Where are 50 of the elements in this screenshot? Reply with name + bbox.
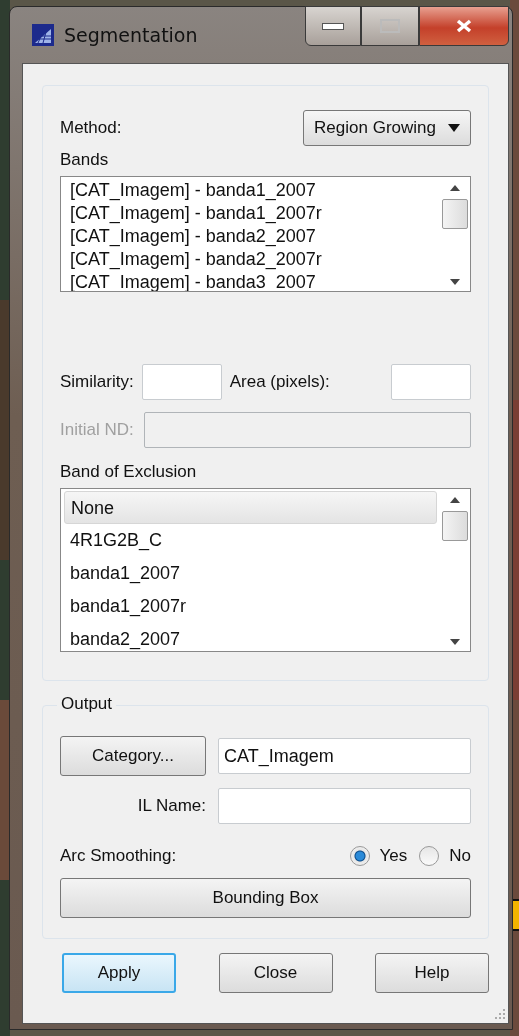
list-item[interactable]: banda1_2007r <box>64 590 437 623</box>
dialog-button[interactable]: Close <box>218 953 333 993</box>
minimize-button[interactable] <box>305 6 361 46</box>
list-item[interactable]: [CAT_Imagem] - banda1_2007r <box>64 202 437 225</box>
app-icon <box>32 24 54 46</box>
arc-smoothing-label: Arc Smoothing: <box>60 846 177 866</box>
resize-grip-icon <box>492 1007 506 1021</box>
close-button[interactable] <box>419 6 509 46</box>
list-item[interactable]: banda2_2007 <box>64 623 437 651</box>
list-item[interactable]: [CAT_Imagem] - banda2_2007r <box>64 248 437 271</box>
method-label: Method: <box>60 118 122 138</box>
window-title: Segmentation <box>64 24 198 46</box>
bounding-box-button[interactable]: Bounding Box <box>60 878 471 918</box>
area-field[interactable] <box>391 364 471 400</box>
scroll-thumb[interactable] <box>442 511 468 541</box>
initial-nd-field[interactable] <box>143 412 471 448</box>
radio-label: Yes <box>379 846 408 866</box>
maximize-icon <box>380 19 400 33</box>
minimize-icon <box>322 22 344 30</box>
scroll-down-icon[interactable] <box>450 639 460 645</box>
method-dropdown[interactable]: Region Growing <box>303 110 471 146</box>
list-item[interactable]: [CAT_Imagem] - banda1_2007 <box>64 179 437 202</box>
initial-nd-label: Initial ND: <box>60 420 134 440</box>
il-name-label: IL Name: <box>136 796 206 816</box>
similarity-label: Similarity: <box>60 372 134 392</box>
close-icon <box>455 19 473 33</box>
radio-button[interactable] <box>349 846 370 866</box>
scroll-down-icon[interactable] <box>450 279 460 285</box>
area-label: Area (pixels): <box>229 372 330 392</box>
list-item[interactable]: [CAT_Imagem] - banda2_2007 <box>64 225 437 248</box>
maximize-button[interactable] <box>361 6 419 46</box>
radio-label: No <box>449 846 471 866</box>
scroll-up-icon[interactable] <box>450 185 460 191</box>
output-label: Output <box>57 694 117 714</box>
list-item[interactable]: [CAT_Imagem] - banda3_2007 <box>64 271 437 291</box>
dialog-button[interactable]: Apply <box>62 953 176 993</box>
caret-icon <box>448 124 460 132</box>
bands-label: Bands <box>60 150 110 170</box>
radio-button[interactable] <box>419 846 440 866</box>
category-button[interactable]: Category... <box>60 736 206 776</box>
similarity-field[interactable] <box>141 364 222 400</box>
list-item[interactable]: banda1_2007 <box>64 557 437 590</box>
list-item[interactable]: None <box>64 491 437 524</box>
il-name-field[interactable] <box>218 788 471 824</box>
list-item[interactable]: 4R1G2B_C <box>64 524 437 557</box>
exclusion-label: Band of Exclusion <box>60 462 198 482</box>
scroll-up-icon[interactable] <box>450 497 460 503</box>
scroll-thumb[interactable] <box>442 199 468 229</box>
dialog-button[interactable]: Help <box>375 953 489 993</box>
category-field[interactable]: CAT_Imagem <box>218 738 471 774</box>
